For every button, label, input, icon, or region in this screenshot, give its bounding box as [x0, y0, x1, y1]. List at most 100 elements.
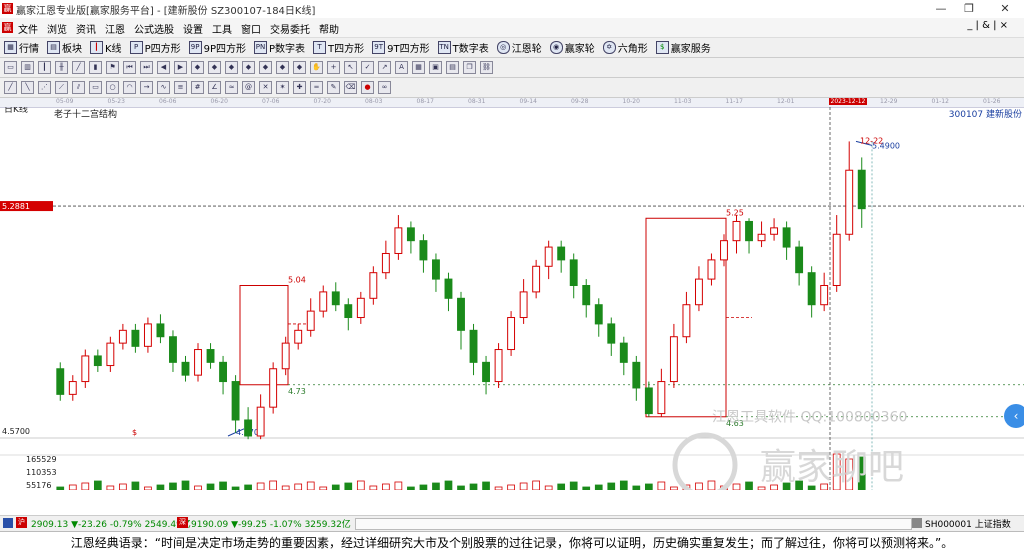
toolbar-gann-wheel-button[interactable]: ◎ 江恩轮: [496, 40, 542, 55]
tool-fib-icon[interactable]: ≡: [174, 81, 187, 94]
tool-angle-icon[interactable]: ∠: [208, 81, 221, 94]
tool-arc-icon[interactable]: ◠: [123, 81, 136, 94]
menu-help[interactable]: 帮助: [319, 21, 339, 36]
tool-color-icon[interactable]: ●: [361, 81, 374, 94]
diamond-7-icon[interactable]: ◆: [293, 61, 306, 74]
menu-window[interactable]: 窗口: [241, 21, 261, 36]
menu-browse[interactable]: 浏览: [47, 21, 67, 36]
link-icon[interactable]: ⛓: [480, 61, 493, 74]
candle-body: [619, 342, 628, 363]
menu-gann[interactable]: 江恩: [105, 21, 125, 36]
candle-body: [682, 304, 691, 338]
toolbar-label: 9T四方形: [387, 44, 430, 55]
check-icon[interactable]: ✓: [361, 61, 374, 74]
gann-quote: 江恩经典语录：“时间是决定市场走势的重要因素，经过详细研究大市及个别股票的过往记…: [0, 531, 1024, 555]
last-icon[interactable]: ⏭: [140, 61, 153, 74]
volume-bar: [119, 483, 127, 490]
kline-chart[interactable]: 日K线 老子十二宫结构 300107 建新股份 5.2881 4.5700 5.04…: [0, 107, 1024, 490]
tool-ray-icon[interactable]: →: [140, 81, 153, 94]
tool-eraser-icon[interactable]: ⌫: [344, 81, 357, 94]
chart-type-icon[interactable]: ▥: [21, 61, 34, 74]
volume-bar: [331, 484, 340, 490]
tool-gann-icon[interactable]: ⟋: [55, 81, 68, 94]
first-icon[interactable]: ⏮: [123, 61, 136, 74]
toolbar-blocks-button[interactable]: ▤ 板块: [47, 40, 82, 55]
toolbar-kline-button[interactable]: ┃ K线: [90, 40, 122, 55]
candle-body: [256, 406, 265, 437]
tool-channel-icon[interactable]: ⫽: [72, 81, 85, 94]
maximize-button[interactable]: ❐: [958, 1, 980, 17]
toolbar-service-button[interactable]: $ 赢家服务: [655, 40, 711, 55]
prev-icon[interactable]: ◀: [157, 61, 170, 74]
tool-cross-icon[interactable]: ✕: [259, 81, 272, 94]
cursor-icon[interactable]: ↗: [378, 61, 391, 74]
period-select-icon[interactable]: ▭: [4, 61, 17, 74]
status-menu-icon[interactable]: [3, 518, 13, 528]
candle-body: [206, 349, 215, 363]
toolbar-hexagon-button[interactable]: ✡ 六角形: [602, 40, 648, 55]
tool-brush-icon[interactable]: ✎: [327, 81, 340, 94]
side-expand-icon[interactable]: ‹: [1004, 404, 1024, 428]
volume-bar: [695, 482, 703, 490]
text-tool-icon[interactable]: A: [395, 61, 408, 74]
crosshair-icon[interactable]: +: [327, 61, 340, 74]
tool-grid-icon[interactable]: #: [191, 81, 204, 94]
menu-tools[interactable]: 工具: [212, 21, 232, 36]
toolbar-t-square-button[interactable]: T T四方形: [313, 40, 364, 55]
diamond-4-icon[interactable]: ◆: [242, 61, 255, 74]
save-icon[interactable]: ▣: [429, 61, 442, 74]
tool-cycle-icon[interactable]: ∿: [157, 81, 170, 94]
volume-bar: [519, 482, 528, 490]
toolbar-pn-table-button[interactable]: PN P数字表: [254, 40, 305, 55]
bar-icon[interactable]: ╫: [55, 61, 68, 74]
tool-box-icon[interactable]: ▭: [89, 81, 102, 94]
tool-mark-icon[interactable]: ✚: [293, 81, 306, 94]
tool-level-icon[interactable]: ═: [310, 81, 323, 94]
tool-circle-icon[interactable]: ○: [106, 81, 119, 94]
hand-icon[interactable]: ✋: [310, 61, 323, 74]
tool-infinity-icon[interactable]: ∞: [378, 81, 391, 94]
tool-wave-icon[interactable]: ≈: [225, 81, 238, 94]
minimize-button[interactable]: —: [930, 1, 952, 17]
toolbar-tn-table-button[interactable]: TN T数字表: [437, 40, 489, 55]
menu-formula[interactable]: 公式选股: [134, 21, 174, 36]
arrow-icon[interactable]: ↖: [344, 61, 357, 74]
next-icon[interactable]: ▶: [174, 61, 187, 74]
candle-body: [294, 329, 303, 344]
toolbar-p-square-button[interactable]: P P四方形: [129, 40, 181, 55]
copy-icon[interactable]: ❐: [463, 61, 476, 74]
candle-body: [444, 278, 453, 299]
volume-bar: [745, 481, 753, 490]
toolbar-winner-wheel-button[interactable]: ◉ 赢家轮: [549, 40, 595, 55]
volume-bar: [319, 486, 328, 490]
table-icon[interactable]: ▤: [446, 61, 459, 74]
tool-line-1-icon[interactable]: ╱: [4, 81, 17, 94]
close-button[interactable]: ✕: [994, 1, 1016, 17]
candle-icon[interactable]: ┃: [38, 61, 51, 74]
menu-info[interactable]: 资讯: [76, 21, 96, 36]
diamond-2-icon[interactable]: ◆: [208, 61, 221, 74]
menu-file[interactable]: 文件: [18, 21, 38, 36]
toolbar-9t-square-button[interactable]: 9T 9T四方形: [372, 40, 430, 55]
gann-wheel-icon: ◎: [496, 41, 510, 54]
volume-bar: [457, 485, 465, 490]
line-icon[interactable]: ╱: [72, 61, 85, 74]
tool-fan-icon[interactable]: ⋰: [38, 81, 51, 94]
tool-star-icon[interactable]: ✶: [276, 81, 289, 94]
toolbar-quotes-button[interactable]: ▦ 行情: [4, 40, 39, 55]
menu-trade[interactable]: 交易委托: [270, 21, 310, 36]
diamond-1-icon[interactable]: ◆: [191, 61, 204, 74]
status-scrollbar[interactable]: [355, 518, 912, 530]
flag-icon[interactable]: ⚑: [106, 61, 119, 74]
diamond-3-icon[interactable]: ◆: [225, 61, 238, 74]
diamond-5-icon[interactable]: ◆: [259, 61, 272, 74]
diamond-6-icon[interactable]: ◆: [276, 61, 289, 74]
menu-settings[interactable]: 设置: [183, 21, 203, 36]
calendar-icon[interactable]: ▦: [412, 61, 425, 74]
mdi-controls[interactable]: _ | & | ×: [967, 20, 1008, 31]
volume-icon[interactable]: ▮: [89, 61, 102, 74]
tool-spiral-icon[interactable]: @: [242, 81, 255, 94]
volume-bar: [544, 485, 553, 490]
tool-line-2-icon[interactable]: ╲: [21, 81, 34, 94]
toolbar-9p-square-button[interactable]: 9P 9P四方形: [188, 40, 246, 55]
